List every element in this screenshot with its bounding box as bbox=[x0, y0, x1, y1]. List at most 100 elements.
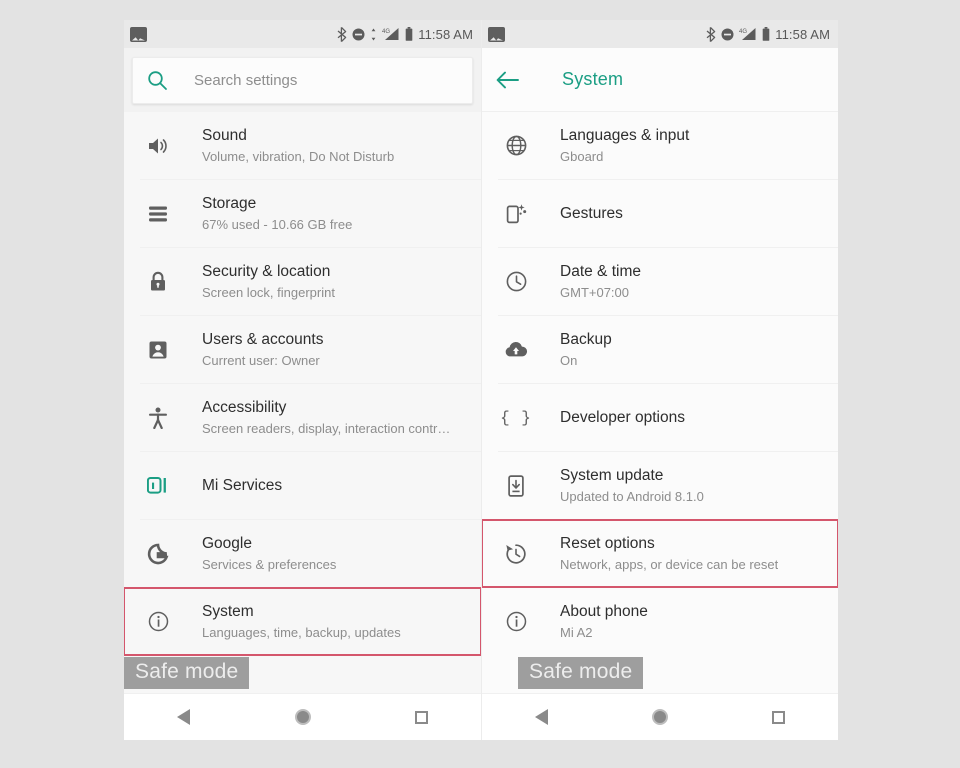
right-status-icons: 4G 11:58 AM bbox=[706, 26, 830, 42]
left-status-bar: 4G 11:58 AM bbox=[124, 20, 481, 48]
globe-icon bbox=[498, 135, 534, 156]
cloud-upload-icon bbox=[498, 341, 534, 358]
battery-icon bbox=[405, 27, 413, 41]
row-title: System bbox=[202, 602, 254, 620]
recents-nav-icon[interactable] bbox=[750, 694, 808, 740]
settings-row-system-update[interactable]: System update Updated to Android 8.1.0 bbox=[482, 452, 838, 519]
row-subtitle: Screen lock, fingerprint bbox=[202, 284, 335, 300]
row-title: Backup bbox=[560, 330, 612, 348]
system-update-icon bbox=[498, 474, 534, 497]
settings-row-developer-options[interactable]: { } Developer options bbox=[482, 384, 838, 451]
do-not-disturb-icon bbox=[352, 28, 365, 40]
search-settings-field[interactable]: Search settings bbox=[132, 56, 473, 104]
recents-nav-icon[interactable] bbox=[393, 694, 451, 740]
settings-row-date-time[interactable]: Date & time GMT+07:00 bbox=[482, 248, 838, 315]
clock-icon bbox=[498, 271, 534, 292]
screenshot-image-icon bbox=[130, 26, 147, 42]
curly-braces-icon: { } bbox=[500, 408, 532, 427]
row-title: Developer options bbox=[560, 408, 685, 426]
row-title: Mi Services bbox=[202, 476, 283, 494]
volume-speaker-icon bbox=[140, 136, 176, 156]
right-settings-list: Languages & input Gboard Gestures Date &… bbox=[482, 112, 838, 693]
bluetooth-icon bbox=[337, 26, 347, 42]
back-arrow-icon[interactable] bbox=[496, 71, 522, 89]
left-status-time: 11:58 AM bbox=[418, 26, 473, 42]
back-nav-icon[interactable] bbox=[512, 694, 570, 740]
screenshot-canvas: 4G 11:58 AM Search settings Sound Volume… bbox=[0, 0, 960, 768]
row-title: Google bbox=[202, 534, 252, 552]
system-toolbar: System bbox=[482, 48, 838, 112]
row-title: Users & accounts bbox=[202, 330, 324, 348]
google-g-icon bbox=[140, 543, 176, 565]
row-title: Languages & input bbox=[560, 126, 690, 144]
settings-row-accessibility[interactable]: Accessibility Screen readers, display, i… bbox=[124, 384, 481, 451]
settings-row-users-accounts[interactable]: Users & accounts Current user: Owner bbox=[124, 316, 481, 383]
row-subtitle: Services & preferences bbox=[202, 556, 337, 572]
search-input-placeholder: Search settings bbox=[194, 71, 298, 89]
account-person-icon bbox=[140, 340, 176, 360]
right-status-time: 11:58 AM bbox=[775, 26, 830, 42]
left-phone-settings-screen: 4G 11:58 AM Search settings Sound Volume… bbox=[124, 20, 481, 740]
info-circle-icon bbox=[140, 611, 176, 632]
settings-row-about-phone[interactable]: About phone Mi A2 bbox=[482, 588, 838, 655]
screenshot-image-icon bbox=[488, 26, 505, 42]
settings-row-storage[interactable]: Storage 67% used - 10.66 GB free bbox=[124, 180, 481, 247]
settings-row-google[interactable]: Google Services & preferences bbox=[124, 520, 481, 587]
safe-mode-badge: Safe mode bbox=[124, 657, 250, 689]
settings-row-system[interactable]: System Languages, time, backup, updates bbox=[124, 587, 481, 656]
home-nav-icon[interactable] bbox=[631, 694, 689, 740]
svg-text:4G: 4G bbox=[382, 29, 390, 35]
row-title: Gestures bbox=[560, 204, 623, 222]
row-title: System update bbox=[560, 466, 664, 484]
mobile-data-arrows-icon bbox=[371, 28, 376, 40]
row-subtitle: Gboard bbox=[560, 148, 604, 164]
row-subtitle: Updated to Android 8.1.0 bbox=[560, 488, 704, 504]
row-title: About phone bbox=[560, 602, 648, 620]
search-bar-container: Search settings bbox=[124, 48, 481, 112]
lock-icon bbox=[140, 271, 176, 292]
row-title: Sound bbox=[202, 126, 247, 144]
settings-row-sound[interactable]: Sound Volume, vibration, Do Not Disturb bbox=[124, 112, 481, 179]
home-nav-icon[interactable] bbox=[274, 694, 332, 740]
back-nav-icon[interactable] bbox=[155, 694, 213, 740]
row-subtitle: Screen readers, display, interaction con… bbox=[202, 420, 451, 436]
safe-mode-badge: Safe mode bbox=[518, 657, 644, 689]
settings-row-gestures[interactable]: Gestures bbox=[482, 180, 838, 247]
row-title: Storage bbox=[202, 194, 257, 212]
svg-text:4G: 4G bbox=[739, 29, 747, 35]
row-subtitle: On bbox=[560, 352, 578, 368]
left-navigation-bar bbox=[124, 693, 481, 740]
row-subtitle: Current user: Owner bbox=[202, 352, 320, 368]
do-not-disturb-icon bbox=[721, 28, 734, 40]
right-phone-system-screen: 4G 11:58 AM System Languages & input Gbo… bbox=[481, 20, 838, 740]
right-navigation-bar bbox=[482, 693, 838, 740]
settings-row-backup[interactable]: Backup On bbox=[482, 316, 838, 383]
row-subtitle: Languages, time, backup, updates bbox=[202, 624, 401, 640]
row-subtitle: Volume, vibration, Do Not Disturb bbox=[202, 148, 395, 164]
settings-row-reset-options[interactable]: Reset options Network, apps, or device c… bbox=[482, 519, 838, 588]
left-settings-list: Sound Volume, vibration, Do Not Disturb bbox=[124, 112, 481, 693]
signal-4g-icon: 4G bbox=[382, 28, 399, 40]
left-status-icons: 4G 11:58 AM bbox=[337, 26, 473, 42]
page-title: System bbox=[562, 69, 624, 89]
info-circle-icon bbox=[498, 611, 534, 632]
storage-stack-icon bbox=[140, 205, 176, 223]
row-subtitle: Mi A2 bbox=[560, 624, 593, 640]
row-title: Date & time bbox=[560, 262, 641, 280]
settings-row-mi-services[interactable]: Mi Services bbox=[124, 452, 481, 519]
reset-history-icon bbox=[498, 543, 534, 565]
row-title: Reset options bbox=[560, 534, 655, 552]
signal-4g-icon: 4G bbox=[739, 28, 756, 40]
dual-phone-screens: 4G 11:58 AM Search settings Sound Volume… bbox=[124, 20, 838, 740]
right-status-notifications bbox=[488, 26, 505, 42]
mi-logo-icon bbox=[140, 477, 176, 494]
row-title: Accessibility bbox=[202, 398, 287, 416]
row-subtitle: Network, apps, or device can be reset bbox=[560, 556, 779, 572]
search-icon bbox=[147, 70, 171, 91]
row-subtitle: GMT+07:00 bbox=[560, 284, 630, 300]
gestures-phone-icon bbox=[498, 203, 534, 224]
row-title: Security & location bbox=[202, 262, 331, 280]
right-status-bar: 4G 11:58 AM bbox=[482, 20, 838, 48]
settings-row-security-location[interactable]: Security & location Screen lock, fingerp… bbox=[124, 248, 481, 315]
settings-row-languages-input[interactable]: Languages & input Gboard bbox=[482, 112, 838, 179]
